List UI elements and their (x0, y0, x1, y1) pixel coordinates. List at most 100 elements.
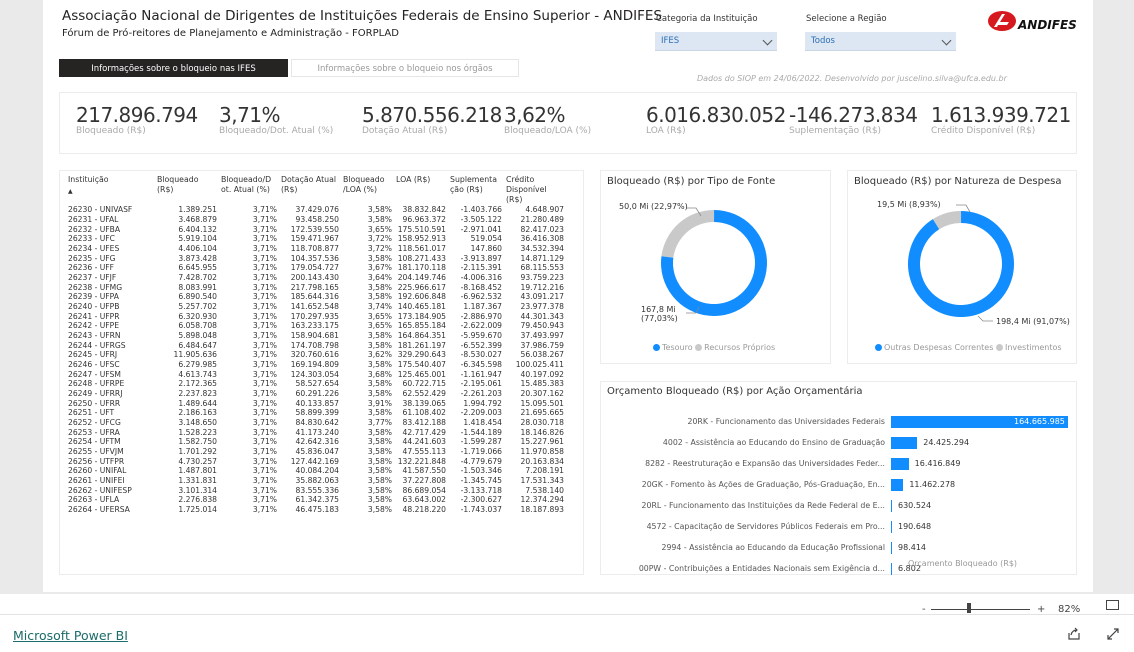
table-row[interactable]: 26256 - UTFPR 4.730.257 3,71% 127.442.169 3,… (66, 456, 566, 466)
bar[interactable] (891, 458, 909, 470)
zoom-slider-track[interactable] (931, 609, 1030, 610)
table-row[interactable]: 26250 - UFRR 1.489.644 3,71% 40.133.857 3,91… (66, 398, 566, 408)
tab-bloqueio-ifes[interactable]: Informações sobre o bloqueio nas IFES (59, 59, 288, 77)
table-row[interactable]: 26249 - UFRRJ 2.237.823 3,71% 60.291.226 3,5… (66, 389, 566, 399)
table-cell: 1.582.750 (178, 437, 217, 447)
bar[interactable] (891, 563, 892, 575)
donut-slice-0[interactable] (908, 211, 1014, 317)
table-row[interactable]: 26239 - UFPA 6.890.540 3,71% 185.644.316 3,5… (66, 292, 566, 302)
table-row[interactable]: 26233 - UFC 5.919.104 3,71% 159.471.967 3,72… (66, 234, 566, 244)
table-row[interactable]: 26252 - UFCG 3.148.650 3,71% 84.830.642 3,77… (66, 418, 566, 428)
table-cell: 3,71% (252, 447, 277, 457)
table-row[interactable]: 26247 - UFSM 4.613.743 3,71% 124.303.054 3,6… (66, 369, 566, 379)
table-cell: 125.465.001 (397, 369, 446, 379)
table-cell: 37.227.808 (402, 476, 446, 486)
table-row[interactable]: 26240 - UFPB 5.257.702 3,71% 141.652.548 3,7… (66, 302, 566, 312)
zoom-in-button[interactable]: + (1037, 604, 1045, 615)
bar[interactable] (891, 437, 918, 449)
fullscreen-icon[interactable] (1106, 627, 1120, 641)
col-credito[interactable]: Crédito Disponível (R$) (504, 175, 566, 205)
table-cell: 15.227.961 (520, 437, 564, 447)
table-cell: -1.161.947 (460, 369, 502, 379)
col-suplementacao[interactable]: Suplementa ção (R$) (448, 175, 504, 205)
donut-fonte-chart[interactable] (601, 171, 832, 365)
table-cell: 3,65% (367, 321, 392, 331)
table-row[interactable]: 26246 - UFSC 6.279.985 3,71% 169.194.809 3,5… (66, 360, 566, 370)
table-row[interactable]: 26232 - UFBA 6.404.132 3,71% 172.539.550 3,6… (66, 224, 566, 234)
donut-fonte-legend: Tesouro Recursos Próprios (653, 343, 775, 352)
share-icon[interactable] (1067, 627, 1081, 641)
table-row[interactable]: 26263 - UFLA 2.276.838 3,71% 61.342.375 3,58… (66, 495, 566, 505)
table-row[interactable]: 26231 - UFAL 3.468.879 3,71% 93.458.250 3,58… (66, 215, 566, 225)
table-row[interactable]: 26251 - UFT 2.186.163 3,71% 58.899.399 3,58%… (66, 408, 566, 418)
kpi-value: 3,62% (504, 103, 566, 127)
table-cell: 61.108.402 (402, 408, 446, 418)
table-cell: 3,62% (367, 350, 392, 360)
table-row[interactable]: 26238 - UFMG 8.083.991 3,71% 217.798.165 3,5… (66, 282, 566, 292)
table-row[interactable]: 26248 - UFRPE 2.172.365 3,71% 58.527.654 3,5… (66, 379, 566, 389)
table-cell: 5.919.104 (178, 234, 217, 244)
table-cell: 165.855.184 (397, 321, 446, 331)
bar-category-label: 2994 - Assistência ao Educando da Educaç… (661, 543, 885, 552)
kpi-label: Bloqueado/LOA (%) (504, 126, 592, 136)
table-row[interactable]: 26242 - UFPE 6.058.708 3,71% 163.233.175 3,6… (66, 321, 566, 331)
table-cell: 3,71% (252, 408, 277, 418)
bar[interactable] (891, 500, 892, 512)
zoom-out-button[interactable]: - (922, 604, 926, 615)
table-row[interactable]: 26243 - UFRN 5.898.048 3,71% 158.904.681 3,5… (66, 331, 566, 341)
sort-up-icon[interactable]: ▲ (68, 187, 153, 197)
table-row[interactable]: 26244 - UFRGS 6.484.647 3,71% 174.708.798 3,… (66, 340, 566, 350)
table-cell: 37.986.759 (520, 340, 564, 350)
zoom-slider-thumb[interactable] (967, 603, 971, 613)
donut-slice-1[interactable] (661, 210, 715, 258)
table-row[interactable]: 26262 - UNIFESP 3.101.314 3,71% 83.555.336 3… (66, 485, 566, 495)
col-bloqueado-loa[interactable]: Bloqueado /LOA (%) (341, 175, 394, 205)
table-cell: 2.172.365 (178, 379, 217, 389)
col-instituicao[interactable]: Instituição ▲ (66, 175, 155, 205)
bar[interactable] (891, 542, 892, 554)
table-cell: 127.442.169 (290, 456, 339, 466)
kpi-strip: 217.896.794 Bloqueado (R$) 3,71% Bloqueado… (59, 92, 1077, 154)
table-cell: 15.095.501 (520, 398, 564, 408)
col-bloqueado-dot[interactable]: Bloqueado/D ot. Atual (%) (219, 175, 279, 205)
power-bi-link[interactable]: Microsoft Power BI (13, 628, 128, 643)
regiao-dropdown[interactable]: Todos (805, 32, 956, 51)
table-cell: 6.484.647 (178, 340, 217, 350)
footer-bar (0, 594, 1134, 652)
col-loa[interactable]: LOA (R$) (394, 175, 448, 205)
bar[interactable] (891, 521, 892, 533)
institution-table[interactable]: Instituição ▲ Bloqueado (R$) Bloqueado/D … (59, 170, 584, 575)
table-row[interactable]: 26230 - UNIVASF 1.389.251 3,71% 37.429.076 3… (66, 205, 566, 215)
table-cell: -2.209.003 (460, 408, 502, 418)
table-row[interactable]: 26234 - UFES 4.406.104 3,71% 118.708.877 3,7… (66, 244, 566, 254)
table-cell: 4.406.104 (178, 244, 217, 254)
table-row[interactable]: 26255 - UFVJM 1.701.292 3,71% 45.836.047 3,5… (66, 447, 566, 457)
table-cell: 26256 - UTFPR (68, 456, 125, 466)
tab-bloqueio-orgaos[interactable]: Informações sobre o bloqueio nos órgãos (291, 59, 519, 77)
table-row[interactable]: 26241 - UFPR 6.320.930 3,71% 170.297.935 3,6… (66, 311, 566, 321)
table-row[interactable]: 26245 - UFRJ 11.905.636 3,71% 320.760.616 3,… (66, 350, 566, 360)
table-row[interactable]: 26237 - UFJF 7.428.702 3,71% 200.143.430 3,6… (66, 273, 566, 283)
table-cell: 40.133.857 (295, 398, 339, 408)
table-cell: 1.418.454 (463, 418, 502, 428)
table-cell: 3,71% (252, 360, 277, 370)
table-row[interactable]: 26260 - UNIFAL 1.487.801 3,71% 40.084.204 3,… (66, 466, 566, 476)
acao-bar-chart[interactable]: 20RK - Funcionamento das Universidades F… (601, 382, 1078, 576)
table-row[interactable]: 26235 - UFG 3.873.428 3,71% 104.357.536 3,58… (66, 253, 566, 263)
col-dotacao[interactable]: Dotação Atual (R$) (279, 175, 341, 205)
col-bloqueado[interactable]: Bloqueado (R$) (155, 175, 219, 205)
table-row[interactable]: 26253 - UFRA 1.528.223 3,71% 41.173.240 3,58… (66, 427, 566, 437)
table-cell: 124.303.054 (290, 369, 339, 379)
categoria-dropdown[interactable]: IFES (655, 32, 777, 51)
table-cell: 3,71% (252, 456, 277, 466)
table-cell: 5.257.702 (178, 302, 217, 312)
table-cell: 225.966.617 (397, 282, 446, 292)
table-cell: 26230 - UNIVASF (68, 205, 133, 215)
table-row[interactable]: 26264 - UFERSA 1.725.014 3,71% 46.475.183 3,… (66, 505, 566, 515)
table-row[interactable]: 26236 - UFF 6.645.955 3,71% 179.054.727 3,67… (66, 263, 566, 273)
table-row[interactable]: 26254 - UFTM 1.582.750 3,71% 42.642.316 3,58… (66, 437, 566, 447)
table-cell: 158.952.913 (397, 234, 446, 244)
bar[interactable] (891, 479, 904, 491)
fit-page-icon[interactable] (1106, 600, 1119, 610)
table-row[interactable]: 26261 - UNIFEI 1.331.831 3,71% 35.882.063 3,… (66, 476, 566, 486)
